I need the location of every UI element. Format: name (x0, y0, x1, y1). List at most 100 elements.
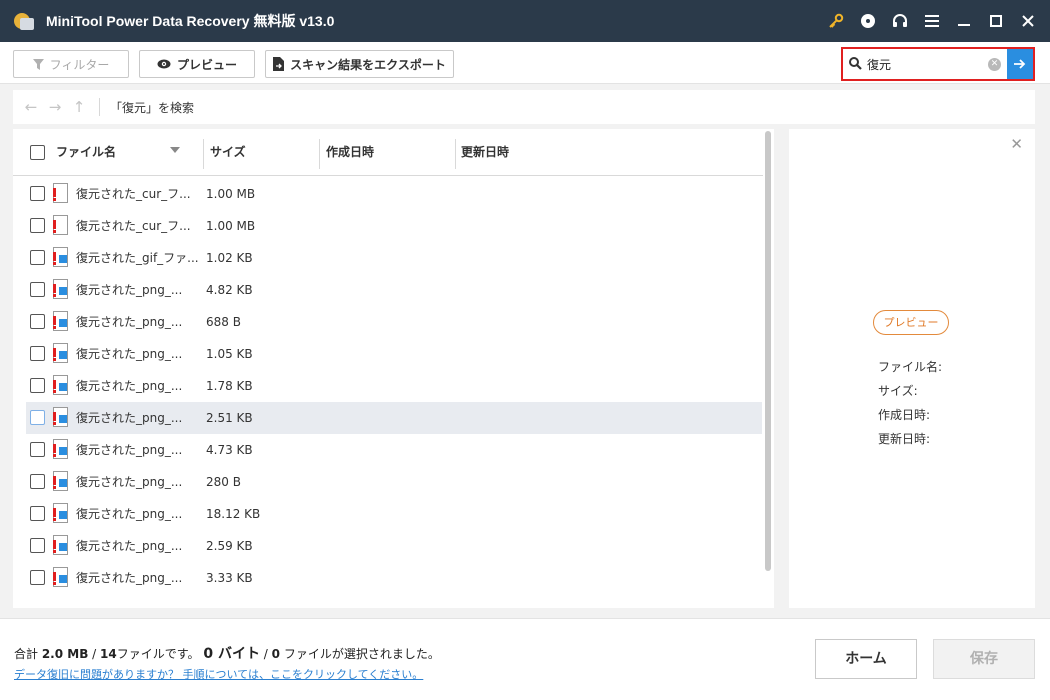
image-file-icon (53, 567, 68, 587)
file-name: 復元された_png_... (76, 347, 183, 361)
minimize-icon[interactable] (948, 0, 980, 42)
column-header-modified[interactable]: 更新日時 (461, 129, 509, 176)
export-results-button[interactable]: スキャン結果をエクスポート (265, 50, 454, 78)
preview-button[interactable]: プレビュー (139, 50, 255, 78)
close-preview-icon[interactable]: ✕ (1010, 135, 1023, 153)
preview-panel-button[interactable]: プレビュー (873, 310, 949, 335)
preview-button-label: プレビュー (176, 57, 237, 72)
select-all-checkbox[interactable] (30, 145, 45, 160)
image-file-icon (53, 279, 68, 299)
row-checkbox[interactable] (30, 218, 45, 233)
summary-selected-suffix: ファイルが選択されました。 (280, 647, 440, 661)
row-checkbox[interactable] (30, 410, 45, 425)
file-size: 1.05 KB (206, 347, 253, 361)
clear-search-icon[interactable]: ✕ (988, 58, 1001, 71)
forward-arrow-icon[interactable]: → (43, 98, 67, 116)
row-checkbox[interactable] (30, 506, 45, 521)
row-checkbox[interactable] (30, 282, 45, 297)
up-arrow-icon[interactable]: ↑ (67, 98, 91, 116)
row-checkbox[interactable] (30, 186, 45, 201)
filter-icon (32, 58, 44, 70)
table-row[interactable]: 復元された_cur_フ... 1.00 MB (13, 210, 763, 242)
save-button[interactable]: 保存 (933, 639, 1035, 679)
row-checkbox[interactable] (30, 346, 45, 361)
image-file-icon (53, 343, 68, 363)
file-size: 2.51 KB (206, 411, 253, 425)
menu-icon[interactable] (916, 0, 948, 42)
file-name: 復元された_png_... (76, 315, 183, 329)
title-bar-controls (820, 0, 1044, 42)
summary-selected-count: 0 (271, 647, 281, 661)
summary-separator: / (259, 647, 272, 661)
summary-total-prefix: 合計 (14, 647, 42, 661)
table-row[interactable]: 復元された_png_... 1.05 KB (13, 338, 763, 370)
current-path: 「復元」を検索 (110, 100, 195, 115)
row-checkbox[interactable] (30, 474, 45, 489)
file-name: 復元された_png_... (76, 507, 183, 521)
file-name: 復元された_gif_ファ... (76, 251, 199, 265)
preview-created-label: 作成日時: (878, 408, 931, 422)
image-file-icon (53, 439, 68, 459)
vertical-scrollbar[interactable] (765, 131, 771, 571)
table-row[interactable]: 復元された_cur_フ... 1.00 MB (13, 178, 763, 210)
image-file-icon (53, 375, 68, 395)
filter-button[interactable]: フィルター (13, 50, 129, 78)
column-divider[interactable] (203, 139, 204, 169)
file-size: 18.12 KB (206, 507, 261, 521)
table-row[interactable]: 復元された_png_... 2.51 KB (26, 402, 762, 434)
image-file-icon (53, 535, 68, 555)
eye-icon (157, 59, 171, 69)
image-file-icon (53, 503, 68, 523)
search-submit-button[interactable] (1007, 49, 1033, 79)
column-header-created[interactable]: 作成日時 (326, 129, 374, 176)
row-checkbox[interactable] (30, 314, 45, 329)
row-checkbox[interactable] (30, 250, 45, 265)
row-checkbox[interactable] (30, 538, 45, 553)
preview-size-label: サイズ: (878, 384, 918, 398)
table-row[interactable]: 復元された_png_... 2.59 KB (13, 530, 763, 562)
search-input[interactable] (867, 55, 1007, 73)
key-icon[interactable] (820, 0, 852, 42)
sort-desc-icon[interactable] (170, 147, 180, 153)
image-file-icon (53, 471, 68, 491)
disc-icon[interactable] (852, 0, 884, 42)
image-file-icon (53, 247, 68, 267)
path-bar: ← → ↑ 「復元」を検索 (13, 90, 1035, 124)
back-arrow-icon[interactable]: ← (19, 98, 43, 116)
table-row[interactable]: 復元された_png_... 280 B (13, 466, 763, 498)
file-name: 復元された_cur_フ... (76, 187, 191, 201)
column-header-size[interactable]: サイズ (210, 129, 246, 176)
file-size: 1.00 MB (206, 187, 256, 201)
table-row[interactable]: 復元された_gif_ファ... 1.02 KB (13, 242, 763, 274)
summary-selected-size: 0 バイト (203, 646, 260, 662)
table-row[interactable]: 復元された_png_... 3.33 KB (13, 562, 763, 594)
image-file-icon (53, 407, 68, 427)
toolbar: フィルター プレビュー スキャン結果をエクスポート ✕ (0, 42, 1050, 84)
table-row[interactable]: 復元された_png_... 18.12 KB (13, 498, 763, 530)
row-checkbox[interactable] (30, 570, 45, 585)
table-row[interactable]: 復元された_png_... 4.73 KB (13, 434, 763, 466)
maximize-icon[interactable] (980, 0, 1012, 42)
headphones-icon[interactable] (884, 0, 916, 42)
file-name: 復元された_png_... (76, 411, 183, 425)
image-file-icon (53, 311, 68, 331)
summary-separator: / (88, 647, 101, 661)
file-name: 復元された_png_... (76, 283, 183, 297)
column-divider[interactable] (319, 139, 320, 169)
table-row[interactable]: 復元された_png_... 688 B (13, 306, 763, 338)
row-checkbox[interactable] (30, 442, 45, 457)
summary-files-suffix: ファイルです。 (116, 647, 204, 661)
table-row[interactable]: 復元された_png_... 1.78 KB (13, 370, 763, 402)
row-checkbox[interactable] (30, 378, 45, 393)
file-name: 復元された_png_... (76, 475, 183, 489)
file-name: 復元された_png_... (76, 379, 183, 393)
status-bar: 合計 2.0 MB / 14ファイルです。 0 バイト / 0 ファイルが選択さ… (0, 618, 1050, 700)
app-title: MiniTool Power Data Recovery 無料版 v13.0 (46, 13, 335, 29)
home-button[interactable]: ホーム (815, 639, 917, 679)
column-header-filename[interactable]: ファイル名 (56, 129, 116, 176)
close-icon[interactable] (1012, 0, 1044, 42)
column-divider[interactable] (455, 139, 456, 169)
table-row[interactable]: 復元された_png_... 4.82 KB (13, 274, 763, 306)
help-link[interactable]: データ復旧に問題がありますか？ 手順については、ここをクリックしてください。 (14, 666, 423, 682)
summary-total-size: 2.0 MB (41, 647, 89, 661)
